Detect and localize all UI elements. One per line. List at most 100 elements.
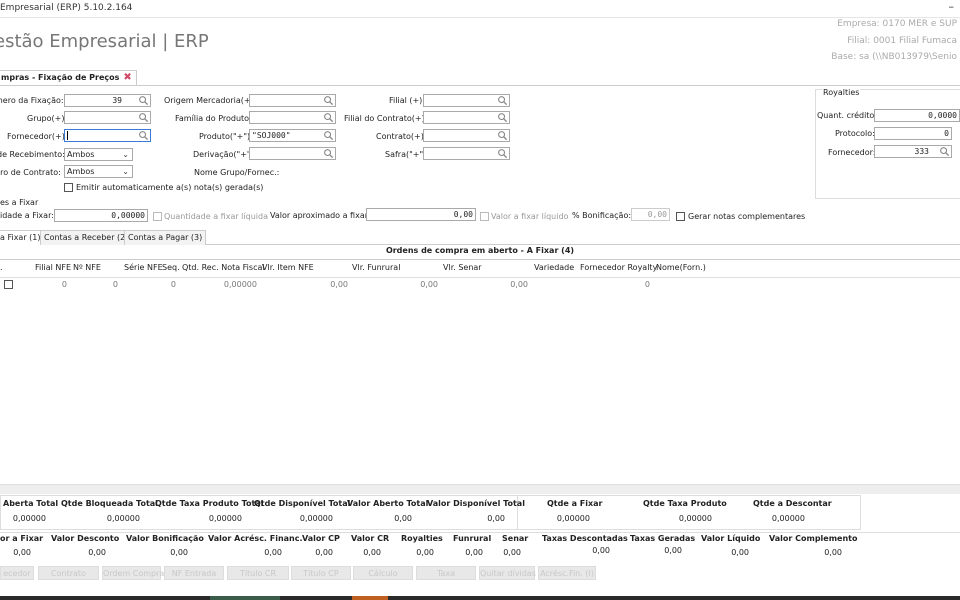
bonificacao-input[interactable]: 0,00	[631, 208, 670, 221]
contrato-tipo-label: tro de Contrato:	[0, 168, 61, 177]
ordem-compra-button[interactable]: Ordem Compra	[102, 566, 164, 580]
search-icon[interactable]	[138, 95, 149, 106]
tab-fixacao-precos[interactable]: mpras - Fixação de Preços ✖	[0, 70, 137, 85]
totals-divider	[0, 532, 960, 533]
filial-contrato-input[interactable]	[423, 111, 510, 124]
contrato-button[interactable]: Contrato	[38, 566, 99, 580]
tot-disponivel-label: Qtde Disponível Total	[254, 499, 351, 508]
grid-col-serie-nfe[interactable]: Série NFE	[124, 263, 163, 272]
search-icon[interactable]	[138, 130, 149, 141]
origem-label: Origem Mercadoria(+):	[164, 96, 257, 105]
acresc-fin-button[interactable]: Acrésc.Fin. (I)	[538, 566, 596, 580]
search-icon[interactable]	[939, 146, 950, 157]
grid-col-variedade[interactable]: Variedade	[534, 263, 574, 272]
fornecedor-label: Fornecedor(+):	[7, 132, 68, 141]
titulo-cp-button[interactable]: Título CP	[291, 566, 351, 580]
search-icon[interactable]	[497, 130, 508, 141]
val-desconto-label: Valor Desconto	[51, 534, 120, 543]
grupo-input[interactable]	[64, 111, 151, 124]
val-fixar-label: or a Fixar	[0, 534, 44, 543]
cell-senar: 0,00	[510, 280, 528, 289]
tab-contas-pagar[interactable]: Contas a Pagar (3)	[124, 230, 207, 245]
tot-valor-aberto-value: 0,00	[394, 514, 412, 523]
minimize-button[interactable]: –	[949, 0, 955, 13]
tot-taxa-label: Qtde Taxa Produto Total	[155, 499, 264, 508]
taskbar-item-active[interactable]	[352, 596, 388, 600]
derivacao-input[interactable]	[249, 147, 336, 160]
grid-col-numero-nfe[interactable]: Nº NFE	[73, 263, 101, 272]
val-acresc-value: 0,00	[264, 548, 282, 557]
royalties-panel	[815, 89, 960, 199]
qtd-liquida-checkbox[interactable]	[153, 212, 162, 221]
row-checkbox[interactable]	[4, 280, 13, 289]
recebimento-value: Ambos	[67, 150, 95, 159]
search-icon[interactable]	[323, 95, 334, 106]
chevron-down-icon[interactable]: ⌄	[122, 166, 129, 177]
recebimento-select[interactable]: Ambos ⌄	[64, 148, 133, 161]
nf-entrada-button[interactable]: NF Entrada	[164, 566, 224, 580]
fornecedor-input[interactable]	[64, 129, 151, 142]
valor-fixar-input[interactable]: 0,00	[366, 208, 476, 221]
val-senar-label: Senar	[502, 534, 529, 543]
produto-input[interactable]: "SOJ000"	[249, 129, 336, 142]
grid-col-senar[interactable]: Vlr. Senar	[443, 263, 482, 272]
numero-fixacao-input[interactable]: 39	[64, 94, 151, 107]
company-info: Empresa: 0170 MER e SUP	[837, 19, 957, 29]
quitar-dividas-button[interactable]: Quitar dívidas	[479, 566, 536, 580]
window-title: Empresarial (ERP) 5.10.2.164	[0, 3, 133, 13]
origem-input[interactable]	[249, 94, 336, 107]
branch-info: Filial: 0001 Filial Fumaca	[847, 36, 957, 46]
grid-col-select[interactable]: .	[0, 263, 3, 272]
nome-grupo-label: Nome Grupo/Fornec.:	[194, 168, 280, 177]
search-icon[interactable]	[497, 148, 508, 159]
grid-col-filial-nfe[interactable]: Filial NFE	[35, 263, 71, 272]
grid-col-qtd-rec[interactable]: Qtd. Rec. Nota Fiscal	[182, 263, 265, 272]
filial-input[interactable]	[423, 94, 510, 107]
horizontal-scrollbar[interactable]	[0, 484, 960, 494]
valor-fixar-label: Valor aproximado a fixar:	[270, 211, 371, 220]
close-icon[interactable]: ✖	[123, 72, 131, 83]
tot-bloqueada-value: 0,00000	[106, 514, 140, 523]
produto-value: "SOJ000"	[252, 131, 291, 140]
search-icon[interactable]	[323, 148, 334, 159]
grid-col-nome-forn[interactable]: Nome(Forn.)	[656, 263, 706, 272]
gerar-notas-checkbox[interactable]	[676, 212, 685, 221]
grid-col-seq[interactable]: Seq.	[162, 263, 180, 272]
val-funrural-label: Funrural	[453, 534, 492, 543]
qtd-fixar-input[interactable]: 0,00000	[54, 209, 148, 222]
val-bonificacao-label: Valor Bonificação	[126, 534, 204, 543]
calculo-button[interactable]: Cálculo	[353, 566, 413, 580]
quant-credito-input[interactable]: 0,0000	[874, 109, 960, 122]
taxa-button[interactable]: Taxa	[416, 566, 476, 580]
search-icon[interactable]	[323, 112, 334, 123]
cell-numero-nfe: 0	[112, 280, 118, 289]
tab-contas-receber[interactable]: Contas a Receber (2)	[40, 230, 133, 245]
protocolo-input[interactable]: 0	[874, 127, 952, 140]
familia-input[interactable]	[249, 111, 336, 124]
grid-col-fornecedor-royalty[interactable]: Fornecedor Royalty	[580, 263, 657, 272]
valor-liquido-checkbox[interactable]	[480, 212, 489, 221]
search-icon[interactable]	[497, 95, 508, 106]
chevron-down-icon[interactable]: ⌄	[122, 149, 129, 160]
safra-input[interactable]	[423, 147, 510, 160]
titulo-cr-button[interactable]: Título CR	[227, 566, 289, 580]
search-icon[interactable]	[138, 112, 149, 123]
grid-col-vlr-item[interactable]: Vlr. Item NFE	[262, 263, 314, 272]
val-cr-value: 0,00	[363, 548, 381, 557]
contrato-tipo-select[interactable]: Ambos ⌄	[64, 165, 133, 178]
contrato-input[interactable]	[423, 129, 510, 142]
grid-col-funrural[interactable]: Vlr. Funrural	[352, 263, 400, 272]
royalties-title: Royalties	[822, 88, 861, 97]
tab-a-fixar[interactable]: a Fixar (1)	[0, 230, 45, 245]
search-icon[interactable]	[497, 112, 508, 123]
text-cursor	[67, 131, 68, 140]
emitir-checkbox[interactable]	[64, 183, 73, 192]
taskbar-item[interactable]	[210, 596, 280, 600]
bonificacao-label: % Bonificação:	[572, 211, 632, 220]
cell-fornecedor-royalty: 0	[644, 280, 650, 289]
royalty-fornecedor-input[interactable]: 333	[874, 145, 952, 158]
search-icon[interactable]	[323, 130, 334, 141]
fornecedor-button[interactable]: ecedor	[0, 566, 34, 580]
filial-label: Filial (+):	[389, 96, 425, 105]
val-bonificacao-value: 0,00	[170, 548, 188, 557]
